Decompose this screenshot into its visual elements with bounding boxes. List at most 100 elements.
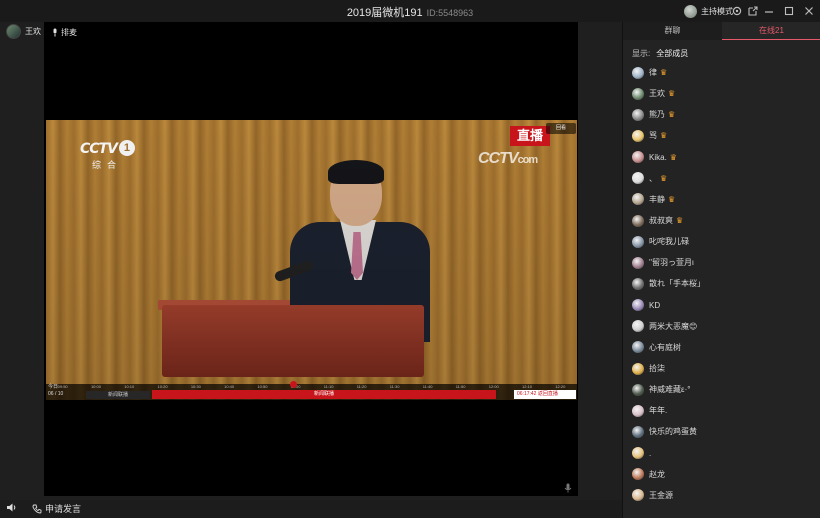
member-avatar <box>632 108 644 121</box>
title-bar: 2019届微机191 ID:5548963 主持模式 <box>0 0 820 22</box>
member-item[interactable]: 赵龙 <box>623 464 820 485</box>
member-name: KD <box>649 300 661 310</box>
member-item[interactable]: ''留羽っ萱月ι <box>623 252 820 273</box>
room-name: 2019届微机191 <box>346 7 423 19</box>
member-item[interactable]: 神威难藏ε·° <box>623 379 820 400</box>
filter-value[interactable]: 全部成员 <box>656 49 688 58</box>
timeline-playhead[interactable] <box>290 381 297 388</box>
member-avatar <box>632 66 644 79</box>
member-name: 、 <box>649 173 657 183</box>
member-avatar <box>632 299 644 312</box>
member-name: 王金源 <box>649 490 673 500</box>
timeline-tick: 10:00 <box>90 384 101 389</box>
app-window: 2019届微机191 ID:5548963 主持模式 王欢 排麦 CCTV 1 … <box>0 0 820 518</box>
channel-logo: CCTV 1 综合 <box>80 140 146 170</box>
apply-speak-button[interactable]: 申请发言 <box>32 502 81 515</box>
member-item[interactable]: 心有庭树 <box>623 337 820 358</box>
filter-label: 显示: <box>632 49 651 58</box>
mic-queue-label: 排麦 <box>61 28 77 37</box>
member-avatar <box>632 383 644 396</box>
member-name: 骂 <box>649 131 657 141</box>
member-item[interactable]: . <box>623 443 820 464</box>
admin-badge-icon: ♛ <box>660 131 668 141</box>
host-mode-button[interactable]: 主持模式 <box>684 3 733 19</box>
member-avatar <box>632 256 644 269</box>
member-item[interactable]: 律 ♛ <box>623 62 820 83</box>
member-avatar <box>632 277 644 290</box>
member-item[interactable]: 快乐的鸡蛋黄 <box>623 421 820 442</box>
member-name: 叔叔爽 <box>649 216 673 226</box>
member-name: 丰静 <box>649 194 665 204</box>
member-name: 叱咤我儿碌 <box>649 237 689 247</box>
timeline-previous-program[interactable]: 新闻联播 <box>86 391 150 399</box>
member-name: 王欢 <box>649 89 665 99</box>
timeline-tick: 09:50 <box>57 384 68 389</box>
timeline-tick: 10:10 <box>124 384 135 389</box>
close-icon[interactable] <box>802 4 816 18</box>
member-name: 年年. <box>649 406 668 416</box>
member-name: . <box>649 448 652 458</box>
phone-icon <box>32 504 42 513</box>
presenter[interactable]: 王欢 <box>6 24 41 39</box>
member-sidebar: 群聊 在线21 显示: 全部成员 律 ♛ 王欢 ♛ 熊乃 ♛ 骂 ♛ Kika. ♛、 ♛ 丰静 ♛ 叔叔爽… <box>622 22 820 518</box>
program-timeline[interactable]: 09:5010:0010:1010:2010:3010:4010:5011:00… <box>46 381 577 400</box>
member-name: 赵龙 <box>649 469 665 479</box>
member-avatar <box>632 214 644 227</box>
member-item[interactable]: 两米大恶魔😊 <box>623 316 820 337</box>
admin-badge-icon: ♛ <box>669 152 677 162</box>
member-name: 两米大恶魔😊 <box>649 321 698 331</box>
minimize-icon[interactable] <box>762 4 776 18</box>
member-name: 散れ「手本桜」 <box>649 279 705 289</box>
member-item[interactable]: 叱咤我儿碌 <box>623 231 820 252</box>
volume-icon[interactable] <box>6 502 18 516</box>
host-avatar <box>684 4 697 18</box>
member-filter[interactable]: 显示: 全部成员 <box>632 48 688 59</box>
maximize-icon[interactable] <box>782 4 796 18</box>
member-item[interactable]: 熊乃 ♛ <box>623 104 820 125</box>
tab-online[interactable]: 在线21 <box>722 22 820 40</box>
member-name: 律 <box>649 68 657 78</box>
member-avatar <box>632 172 644 185</box>
timeshift-button[interactable]: 回看 <box>546 123 576 134</box>
admin-badge-icon: ♛ <box>660 173 668 183</box>
member-item[interactable]: KD <box>623 295 820 316</box>
member-item[interactable]: 王金源 <box>623 485 820 506</box>
member-item[interactable]: Kika. ♛ <box>623 147 820 168</box>
member-item[interactable]: 年年. <box>623 400 820 421</box>
room-id: ID:5548963 <box>426 8 474 18</box>
mic-queue-button[interactable]: 排麦 <box>52 27 77 38</box>
member-item[interactable]: 、 ♛ <box>623 168 820 189</box>
member-name: ''留羽っ萱月ι <box>649 258 694 268</box>
apply-speak-label: 申请发言 <box>45 504 82 514</box>
member-name: 心有庭树 <box>649 342 681 352</box>
return-to-live-button[interactable]: 06:17:42 返回直播 <box>514 390 576 399</box>
member-avatar <box>632 447 644 460</box>
timeline-today: 今日 <box>48 384 59 390</box>
settings-icon[interactable] <box>730 4 744 18</box>
member-item[interactable]: 散れ「手本桜」 <box>623 273 820 294</box>
presenter-name: 王欢 <box>25 27 41 36</box>
member-avatar <box>632 468 644 481</box>
member-name: Kika. <box>649 152 667 162</box>
member-avatar <box>632 489 644 502</box>
member-avatar <box>632 129 644 142</box>
stage-mic-icon[interactable] <box>564 483 574 493</box>
member-avatar <box>632 235 644 248</box>
member-avatar <box>632 404 644 417</box>
popout-icon[interactable] <box>746 4 760 18</box>
admin-badge-icon: ♛ <box>676 216 684 226</box>
timeline-date: 06 / 10 <box>48 391 64 397</box>
member-name: 熊乃 <box>649 110 665 120</box>
live-video[interactable]: CCTV 1 综合 直播 CCTVcom 回看 <box>46 120 577 400</box>
timeline-current-program[interactable]: 新闻联播 <box>152 390 496 399</box>
member-item[interactable]: 叔叔爽 ♛ <box>623 210 820 231</box>
member-avatar <box>632 341 644 354</box>
admin-badge-icon: ♛ <box>668 110 676 120</box>
member-item[interactable]: 骂 ♛ <box>623 125 820 146</box>
member-item[interactable]: 拾柒 <box>623 358 820 379</box>
admin-badge-icon: ♛ <box>660 68 668 78</box>
member-item[interactable]: 王欢 ♛ <box>623 83 820 104</box>
microphone-icon <box>53 28 57 37</box>
tab-group-chat[interactable]: 群聊 <box>623 22 722 40</box>
member-item[interactable]: 丰静 ♛ <box>623 189 820 210</box>
